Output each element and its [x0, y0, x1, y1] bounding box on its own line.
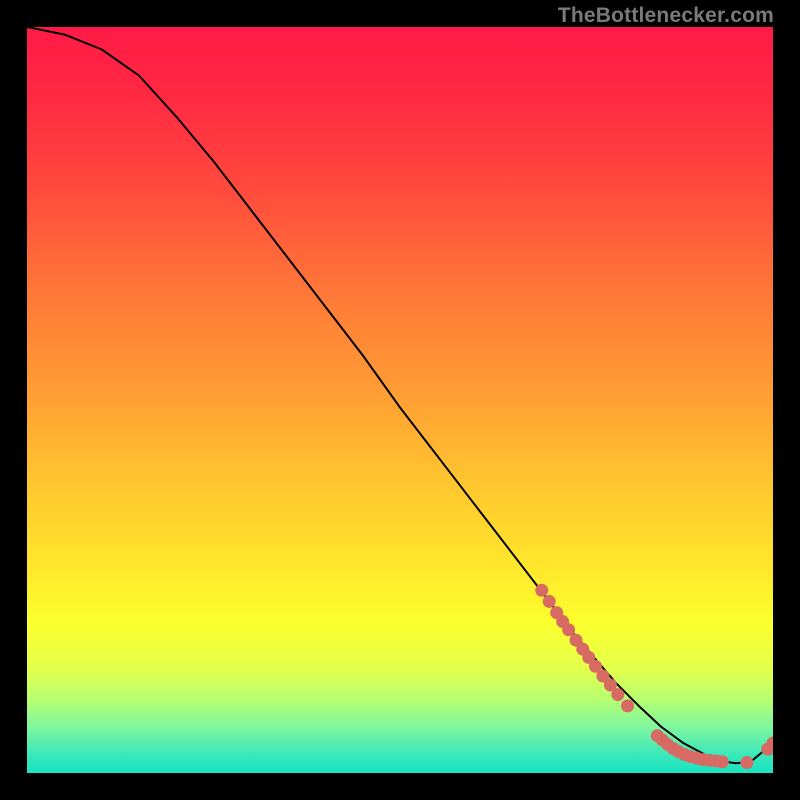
data-marker	[535, 584, 548, 597]
data-marker	[740, 756, 753, 769]
data-marker	[611, 688, 624, 701]
data-marker	[543, 595, 556, 608]
data-marker	[716, 755, 729, 768]
chart-stage: TheBottlenecker.com	[0, 0, 800, 800]
chart-overlay	[27, 27, 773, 773]
data-marker	[621, 699, 634, 712]
watermark-text: TheBottlenecker.com	[558, 4, 774, 28]
curve-line	[27, 27, 773, 763]
plot-area	[27, 27, 773, 773]
data-marker	[562, 623, 575, 636]
markers-group	[535, 584, 773, 769]
